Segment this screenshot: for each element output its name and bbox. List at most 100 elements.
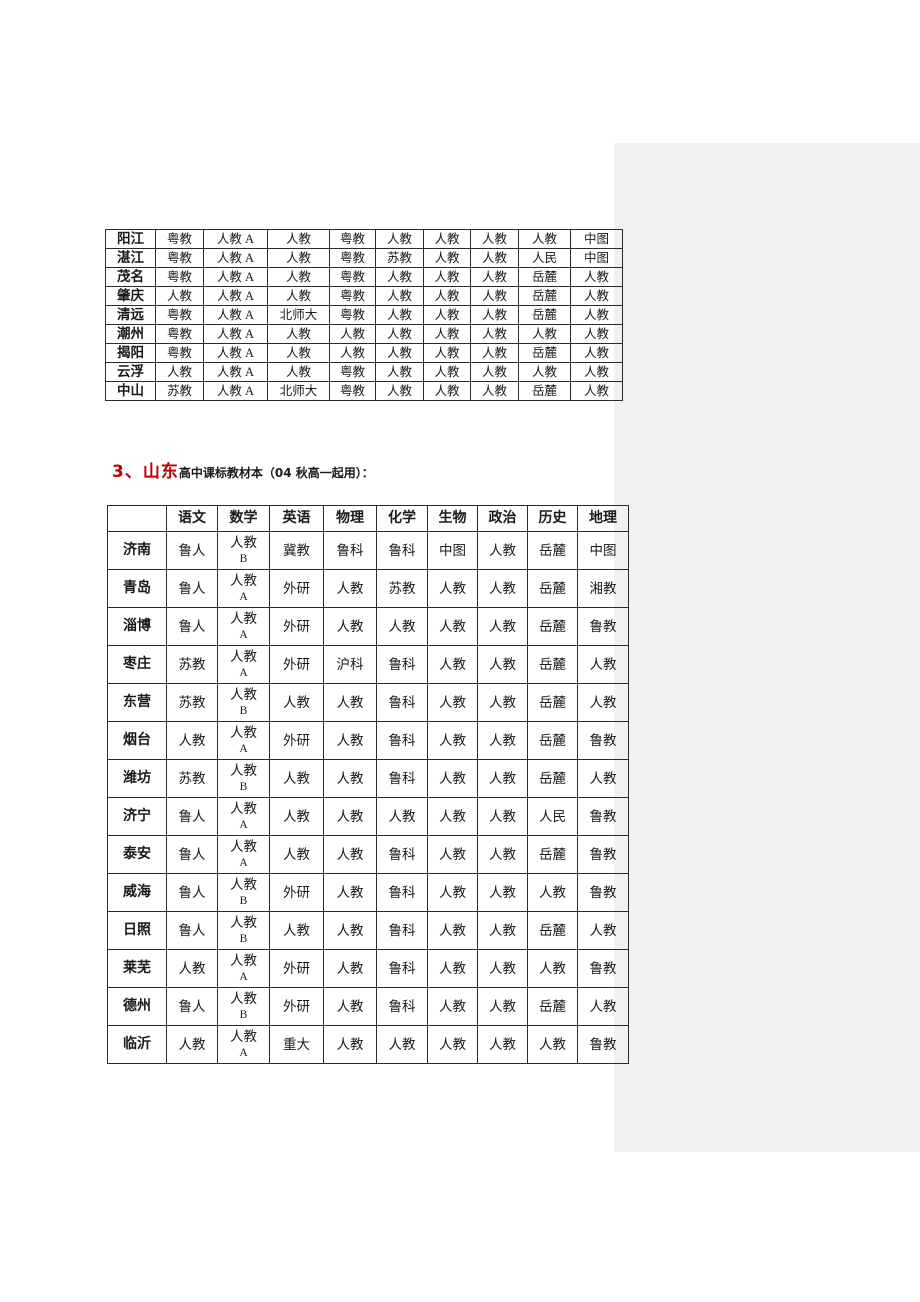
cell-chemistry: 鲁科 [376,531,428,570]
cell-physics: 人教 [323,759,377,798]
cell-subject-value: 人教 A [203,305,268,325]
cell-english: 人教 [269,797,324,836]
math-publisher: 人教 [230,648,257,664]
cell-math: 人教 B [217,911,270,950]
cell-subject-value: 人教 [570,381,623,401]
cell-math: 人教 A [217,797,270,836]
cell-politics: 人教 [477,1025,528,1064]
math-publisher: 人教 [230,762,257,778]
cell-physics: 人教 [323,1025,377,1064]
cell-biology: 人教 [427,873,478,912]
cell-math: 人教 B [217,873,270,912]
header-cell-2: 英语 [269,505,324,532]
cell-city: 泰安 [107,835,167,874]
cell-politics: 人教 [477,873,528,912]
cell-subject-value: 人教 A [203,343,268,363]
cell-math: 人教 A [217,1025,270,1064]
cell-history: 人教 [527,873,578,912]
cell-subject-value: 岳麓 [518,286,571,306]
math-version: A [239,742,248,755]
cell-subject-value: 人教 [570,324,623,344]
cell-subject-value: 粤教 [155,267,204,287]
table-row: 济宁 鲁人 人教 A 人教 人教 人教 人教 人教 人民 鲁教 [107,797,629,836]
cell-subject-value: 人教 [329,343,376,363]
math-version: B [239,1008,248,1021]
cell-geography: 人教 [577,645,629,684]
cell-geography: 鲁教 [577,949,629,988]
cell-physics: 鲁科 [323,531,377,570]
cell-history: 人教 [527,1025,578,1064]
table-row: 泰安 鲁人 人教 A 人教 人教 鲁科 人教 人教 岳麓 鲁教 [107,835,629,874]
cell-math: 人教 A [217,721,270,760]
cell-subject-value: 人教 [570,305,623,325]
cell-subject-value: 人教 [470,343,519,363]
cell-geography: 鲁教 [577,607,629,646]
math-version: B [239,552,248,565]
cell-english: 外研 [269,607,324,646]
cell-politics: 人教 [477,721,528,760]
cell-subject-value: 人教 [470,286,519,306]
cell-subject-value: 人教 [267,248,330,268]
math-publisher: 人教 [230,724,257,740]
table-row: 云浮 人教 人教 A 人教 粤教 人教 人教 人教 人教 人教 [105,362,623,382]
cell-physics: 人教 [323,987,377,1026]
cell-subject-value: 人教 [423,267,471,287]
cell-city: 云浮 [105,362,156,382]
math-publisher: 人教 [230,914,257,930]
table-header-row: 语文 数学 英语 物理 化学 生物 政治 历史 地理 [107,505,629,532]
cell-history: 岳麓 [527,911,578,950]
cell-subject-value: 人教 [375,343,424,363]
cell-chemistry: 苏教 [376,569,428,608]
cell-subject-value: 北师大 [267,305,330,325]
cell-geography: 中图 [577,531,629,570]
header-cell-8: 地理 [577,505,629,532]
header-cell-corner [107,505,167,532]
math-publisher: 人教 [230,800,257,816]
cell-politics: 人教 [477,759,528,798]
cell-politics: 人教 [477,569,528,608]
table-row: 揭阳 粤教 人教 A 人教 人教 人教 人教 人教 岳麓 人教 [105,343,623,363]
cell-politics: 人教 [477,531,528,570]
math-version: A [239,628,248,641]
math-publisher: 人教 [230,876,257,892]
cell-subject-value: 人教 [470,248,519,268]
cell-city: 湛江 [105,248,156,268]
cell-biology: 人教 [427,797,478,836]
cell-city: 潮州 [105,324,156,344]
table-row: 淄博 鲁人 人教 A 外研 人教 人教 人教 人教 岳麓 鲁教 [107,607,629,646]
cell-math: 人教 A [217,569,270,608]
cell-city: 茂名 [105,267,156,287]
header-cell-1: 数学 [217,505,270,532]
cell-city: 阳江 [105,229,156,249]
header-cell-0: 语文 [166,505,218,532]
cell-subject-value: 人教 [470,324,519,344]
cell-subject-value: 岳麓 [518,267,571,287]
cell-subject-value: 人教 [155,286,204,306]
cell-biology: 人教 [427,759,478,798]
cell-subject-value: 岳麓 [518,305,571,325]
cell-physics: 沪科 [323,645,377,684]
cell-geography: 鲁教 [577,721,629,760]
math-version: B [239,894,248,907]
cell-chinese: 鲁人 [166,987,218,1026]
cell-subject-value: 人教 [423,286,471,306]
cell-chemistry: 鲁科 [376,645,428,684]
table-guangdong-textbooks: 阳江 粤教 人教 A 人教 粤教 人教 人教 人教 人教 中图 湛江 粤教 人教 A 人教 粤教 苏教 人教 人教… [105,229,623,401]
cell-physics: 人教 [323,873,377,912]
cell-city: 中山 [105,381,156,401]
cell-subject-value: 人教 [470,362,519,382]
cell-math: 人教 B [217,759,270,798]
cell-chemistry: 鲁科 [376,949,428,988]
cell-subject-value: 人教 [375,381,424,401]
cell-biology: 人教 [427,1025,478,1064]
cell-subject-value: 人教 [375,362,424,382]
cell-english: 外研 [269,987,324,1026]
table-shandong-head: 语文 数学 英语 物理 化学 生物 政治 历史 地理 [107,505,629,532]
cell-subject-value: 粤教 [329,305,376,325]
cell-biology: 人教 [427,949,478,988]
cell-subject-value: 岳麓 [518,381,571,401]
cell-chinese: 鲁人 [166,835,218,874]
cell-biology: 人教 [427,721,478,760]
math-publisher: 人教 [230,990,257,1006]
cell-subject-value: 粤教 [329,362,376,382]
